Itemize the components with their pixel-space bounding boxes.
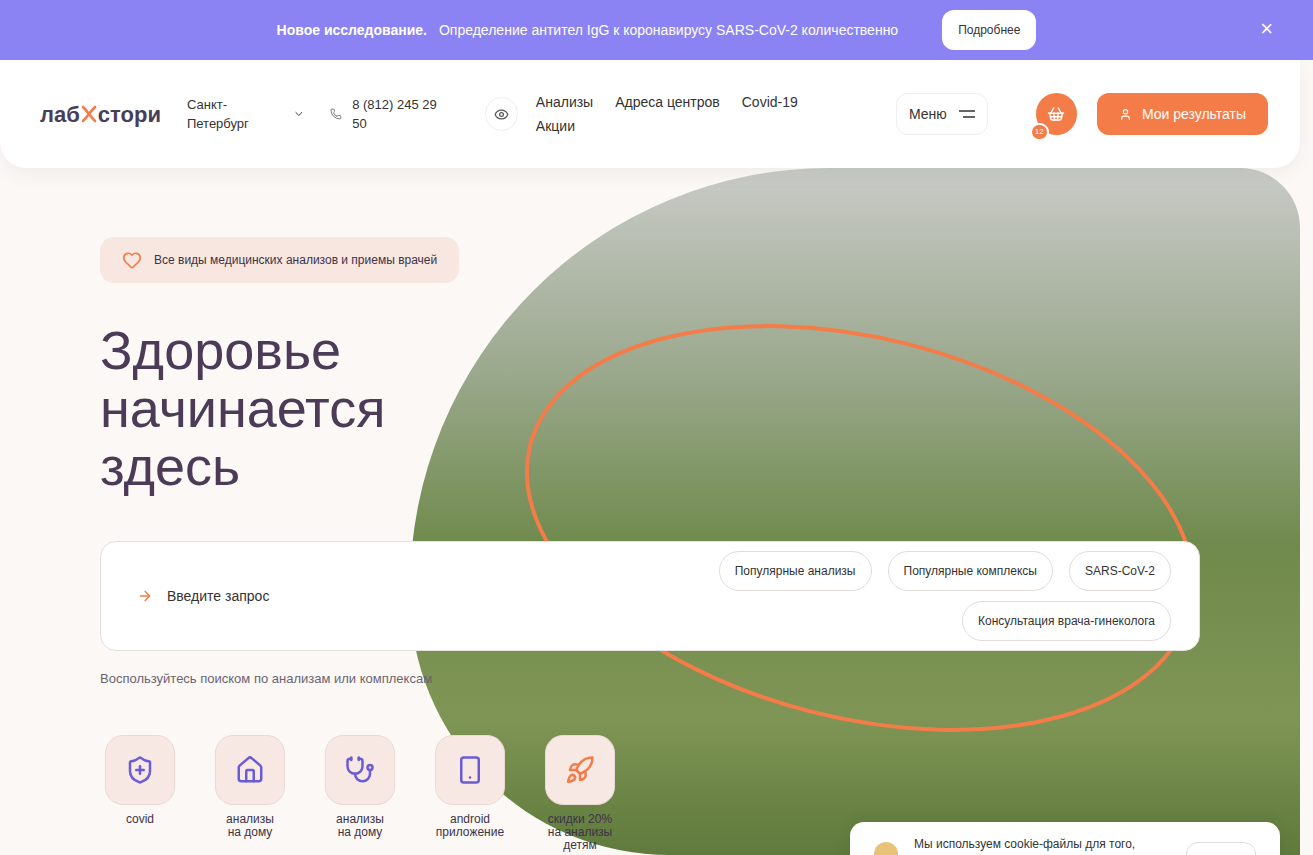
page: Новое исследование. Определение антител I… bbox=[0, 0, 1313, 855]
nav-link[interactable]: Анализы bbox=[536, 93, 593, 111]
hero: Все виды медицинских анализов и приемы в… bbox=[0, 168, 1313, 852]
basket-icon bbox=[1047, 105, 1065, 123]
search-input[interactable]: Введите запрос bbox=[137, 586, 269, 607]
header: лабстори Санкт-Петербург 8 (812) 245 29 50… bbox=[0, 60, 1300, 168]
cart-button[interactable]: 12 bbox=[1036, 93, 1077, 135]
eye-icon bbox=[494, 107, 509, 122]
category-item[interactable]: анализына дому bbox=[320, 735, 400, 852]
banner-title: Новое исследование. bbox=[277, 20, 427, 41]
search-chip[interactable]: Популярные анализы bbox=[719, 551, 872, 591]
hero-heading: Здоровьеначинаетсяздесь bbox=[100, 321, 385, 495]
doctor-icon bbox=[345, 755, 375, 785]
cookie-icon bbox=[874, 842, 898, 855]
menu-lines-icon bbox=[959, 109, 975, 119]
search-chips: Популярные анализы Популярные комплексы SA… bbox=[691, 551, 1171, 641]
rocket-icon bbox=[565, 755, 595, 785]
nav-link[interactable]: Covid-19 bbox=[742, 93, 798, 111]
user-icon bbox=[1119, 108, 1132, 121]
results-button[interactable]: Мои результаты bbox=[1097, 93, 1268, 135]
banner-close-button[interactable]: × bbox=[1260, 14, 1273, 44]
category-item[interactable]: скидки 20%на анализыдетям bbox=[540, 735, 620, 852]
phone-icon bbox=[330, 108, 342, 120]
cart-badge: 12 bbox=[1030, 123, 1049, 141]
chevron-down-icon bbox=[293, 108, 305, 120]
cookie-notice: Мы используем cookie-файлы для того, bbox=[850, 822, 1280, 855]
main-nav: Анализы Адреса центров Covid-19 Акции bbox=[536, 93, 820, 135]
categories: covid анализына дому анализына дому android… bbox=[100, 735, 620, 852]
search-box[interactable]: Введите запросПопулярные анализыПопулярн… bbox=[100, 541, 1200, 651]
covid-icon bbox=[125, 755, 155, 785]
logo-mark-icon bbox=[81, 105, 97, 123]
menu-button[interactable]: Меню bbox=[896, 93, 988, 135]
category-item[interactable]: covid bbox=[100, 735, 180, 852]
category-item[interactable]: androidприложение bbox=[430, 735, 510, 852]
hero-badge: Все виды медицинских анализов и приемы в… bbox=[100, 237, 459, 283]
search-chip[interactable]: SARS-CoV-2 bbox=[1069, 551, 1171, 591]
city-select[interactable]: Санкт-Петербург bbox=[187, 95, 305, 134]
arrow-right-icon bbox=[137, 588, 153, 604]
hero-photo bbox=[410, 168, 1300, 855]
announcement-banner: Новое исследование. Определение антител I… bbox=[0, 0, 1313, 60]
search-hint: Воспользуйтесь поиском по анализам или к… bbox=[100, 669, 432, 689]
category-item[interactable]: анализына дому bbox=[210, 735, 290, 852]
cookie-text: Мы используем cookie-файлы для того, bbox=[914, 836, 1135, 852]
banner-more-button[interactable]: Подробнее bbox=[942, 10, 1036, 50]
logo[interactable]: лабстори bbox=[40, 98, 161, 131]
cookie-accept-button[interactable] bbox=[1186, 842, 1256, 855]
nav-link[interactable]: Адреса центров bbox=[615, 93, 720, 111]
home-icon bbox=[235, 755, 265, 785]
search-chip[interactable]: Консультация врача-гинеколога bbox=[962, 601, 1171, 641]
search-chip[interactable]: Популярные комплексы bbox=[888, 551, 1053, 591]
orange-curve-icon bbox=[500, 318, 1220, 738]
nav-link[interactable]: Акции bbox=[536, 117, 575, 135]
phone[interactable]: 8 (812) 245 29 50 bbox=[330, 95, 452, 134]
accessibility-button[interactable] bbox=[485, 97, 518, 131]
banner-text: Определение антител IgG к коронавирусу S… bbox=[439, 20, 898, 41]
phone-app-icon bbox=[455, 755, 485, 785]
heart-icon bbox=[122, 250, 142, 270]
